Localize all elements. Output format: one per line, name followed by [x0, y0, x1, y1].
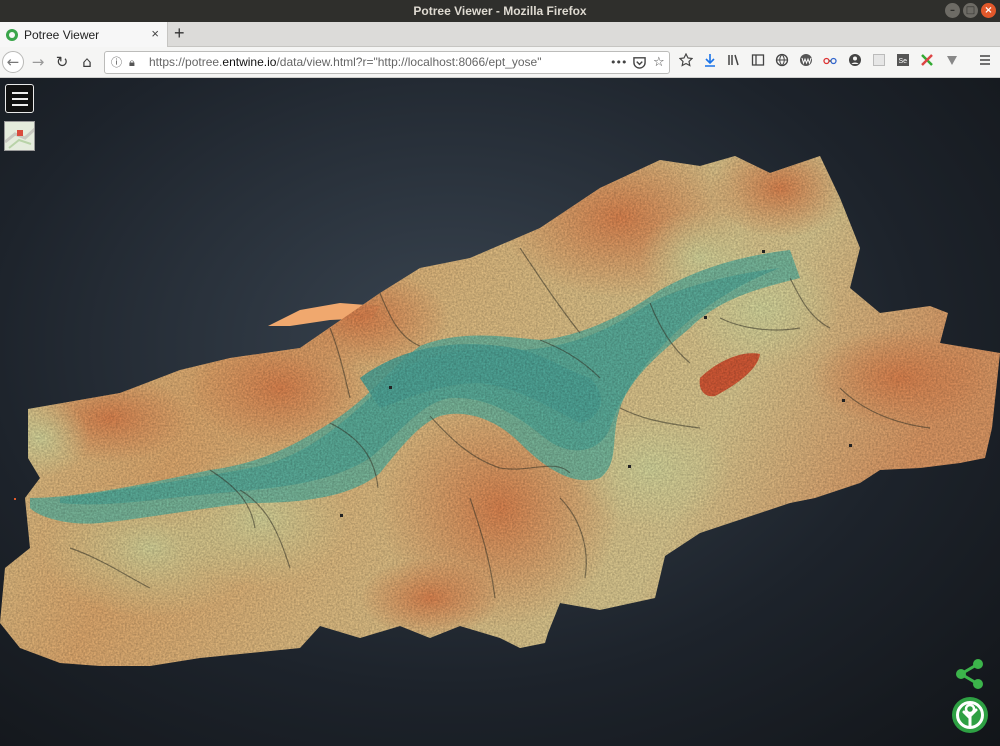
map-thumbnail-button[interactable] — [4, 121, 35, 151]
close-window-button[interactable]: × — [981, 3, 996, 18]
account-icon[interactable] — [846, 53, 864, 71]
minimize-button[interactable]: – — [945, 3, 960, 18]
hamburger-menu-icon[interactable] — [976, 53, 994, 71]
forward-button[interactable]: → — [28, 52, 48, 72]
download-icon[interactable] — [701, 53, 719, 71]
wappalyzer-icon[interactable] — [797, 53, 815, 71]
back-button[interactable]: ← — [2, 51, 24, 73]
window-title-bar: Potree Viewer - Mozilla Firefox – □ × — [0, 0, 1000, 22]
point-cloud-terrain[interactable] — [0, 78, 1000, 746]
map-icon — [5, 122, 34, 150]
bookmark-star-button[interactable]: ☆ — [653, 52, 665, 73]
url-bar[interactable]: ⓘ 🔒︎ https://potree.entwine.io/data/view… — [104, 51, 670, 74]
maximize-button[interactable]: □ — [963, 3, 978, 18]
new-tab-button[interactable]: + — [174, 23, 185, 44]
vpn-icon[interactable] — [943, 53, 961, 71]
lock-icon[interactable]: 🔒︎ — [129, 52, 135, 73]
tab-close-button[interactable]: × — [151, 26, 159, 41]
url-path: /data/view.html?r="http://localhost:8066… — [276, 55, 542, 69]
menu-bar-3 — [12, 104, 28, 106]
reload-button[interactable]: ↻ — [52, 52, 72, 72]
sidebar-menu-button[interactable] — [5, 84, 34, 113]
reading-list-icon[interactable] — [677, 52, 695, 71]
potree-logo-button[interactable] — [951, 696, 989, 734]
tab-strip: Potree Viewer × + — [0, 22, 1000, 47]
library-icon[interactable] — [725, 53, 743, 71]
sidebar-icon[interactable] — [749, 53, 767, 71]
url-domain: entwine.io — [222, 55, 277, 69]
share-icon — [956, 659, 983, 689]
page-actions-button[interactable]: ••• — [610, 52, 627, 73]
home-button[interactable]: ⌂ — [77, 52, 97, 72]
pocket-icon[interactable] — [633, 52, 646, 76]
window-title: Potree Viewer - Mozilla Firefox — [413, 4, 587, 18]
window-controls: – □ × — [945, 3, 996, 18]
puzzle-x-icon[interactable] — [918, 53, 936, 71]
tab-potree-viewer[interactable]: Potree Viewer × — [0, 22, 168, 47]
url-text[interactable]: https://potree.entwine.io/data/view.html… — [149, 52, 541, 73]
glasses-icon[interactable] — [821, 53, 839, 71]
share-button[interactable] — [954, 658, 986, 690]
svg-text:Se: Se — [899, 58, 908, 65]
navigation-toolbar: ← → ↻ ⌂ ⓘ 🔒︎ https://potree.entwine.io/d… — [0, 47, 1000, 78]
tab-label: Potree Viewer — [24, 27, 100, 42]
info-icon[interactable]: ⓘ — [111, 52, 122, 73]
potree-favicon-icon — [6, 28, 18, 41]
url-prefix: https://potree. — [149, 55, 223, 69]
menu-bar-2 — [12, 98, 28, 100]
selenium-icon[interactable]: Se — [894, 53, 912, 71]
potree-render-area[interactable] — [0, 78, 1000, 746]
menu-bar-1 — [12, 92, 28, 94]
blank-ext-icon[interactable] — [870, 53, 888, 71]
potree-logo-icon — [952, 697, 988, 733]
extension-globe-icon[interactable] — [773, 53, 791, 71]
